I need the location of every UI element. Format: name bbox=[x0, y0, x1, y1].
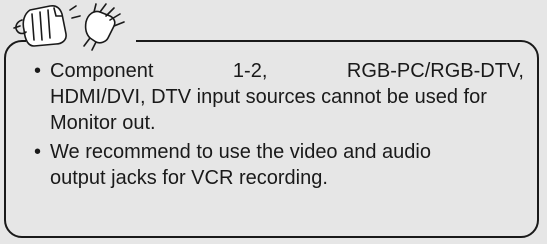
note-item: • Component 1-2, RGB-PC/RGB-DTV, HDMI/DV… bbox=[34, 58, 524, 136]
note-item-rest: HDMI/DVI, DTV input sources cannot be us… bbox=[50, 86, 487, 134]
note-list: • Component 1-2, RGB-PC/RGB-DTV, HDMI/DV… bbox=[34, 58, 524, 194]
note-item-line1: Component 1-2, RGB-PC/RGB-DTV, bbox=[50, 60, 524, 82]
note-item: • We recommend to use the video and audi… bbox=[34, 139, 524, 191]
note-hand-icon bbox=[13, 3, 125, 51]
bullet: • bbox=[34, 60, 42, 82]
note-item-rest: output jacks for VCR recording. bbox=[50, 167, 328, 189]
note-item-line1: We recommend to use the video and audio bbox=[50, 141, 431, 163]
bullet: • bbox=[34, 141, 42, 163]
note-page: • Component 1-2, RGB-PC/RGB-DTV, HDMI/DV… bbox=[0, 0, 547, 244]
